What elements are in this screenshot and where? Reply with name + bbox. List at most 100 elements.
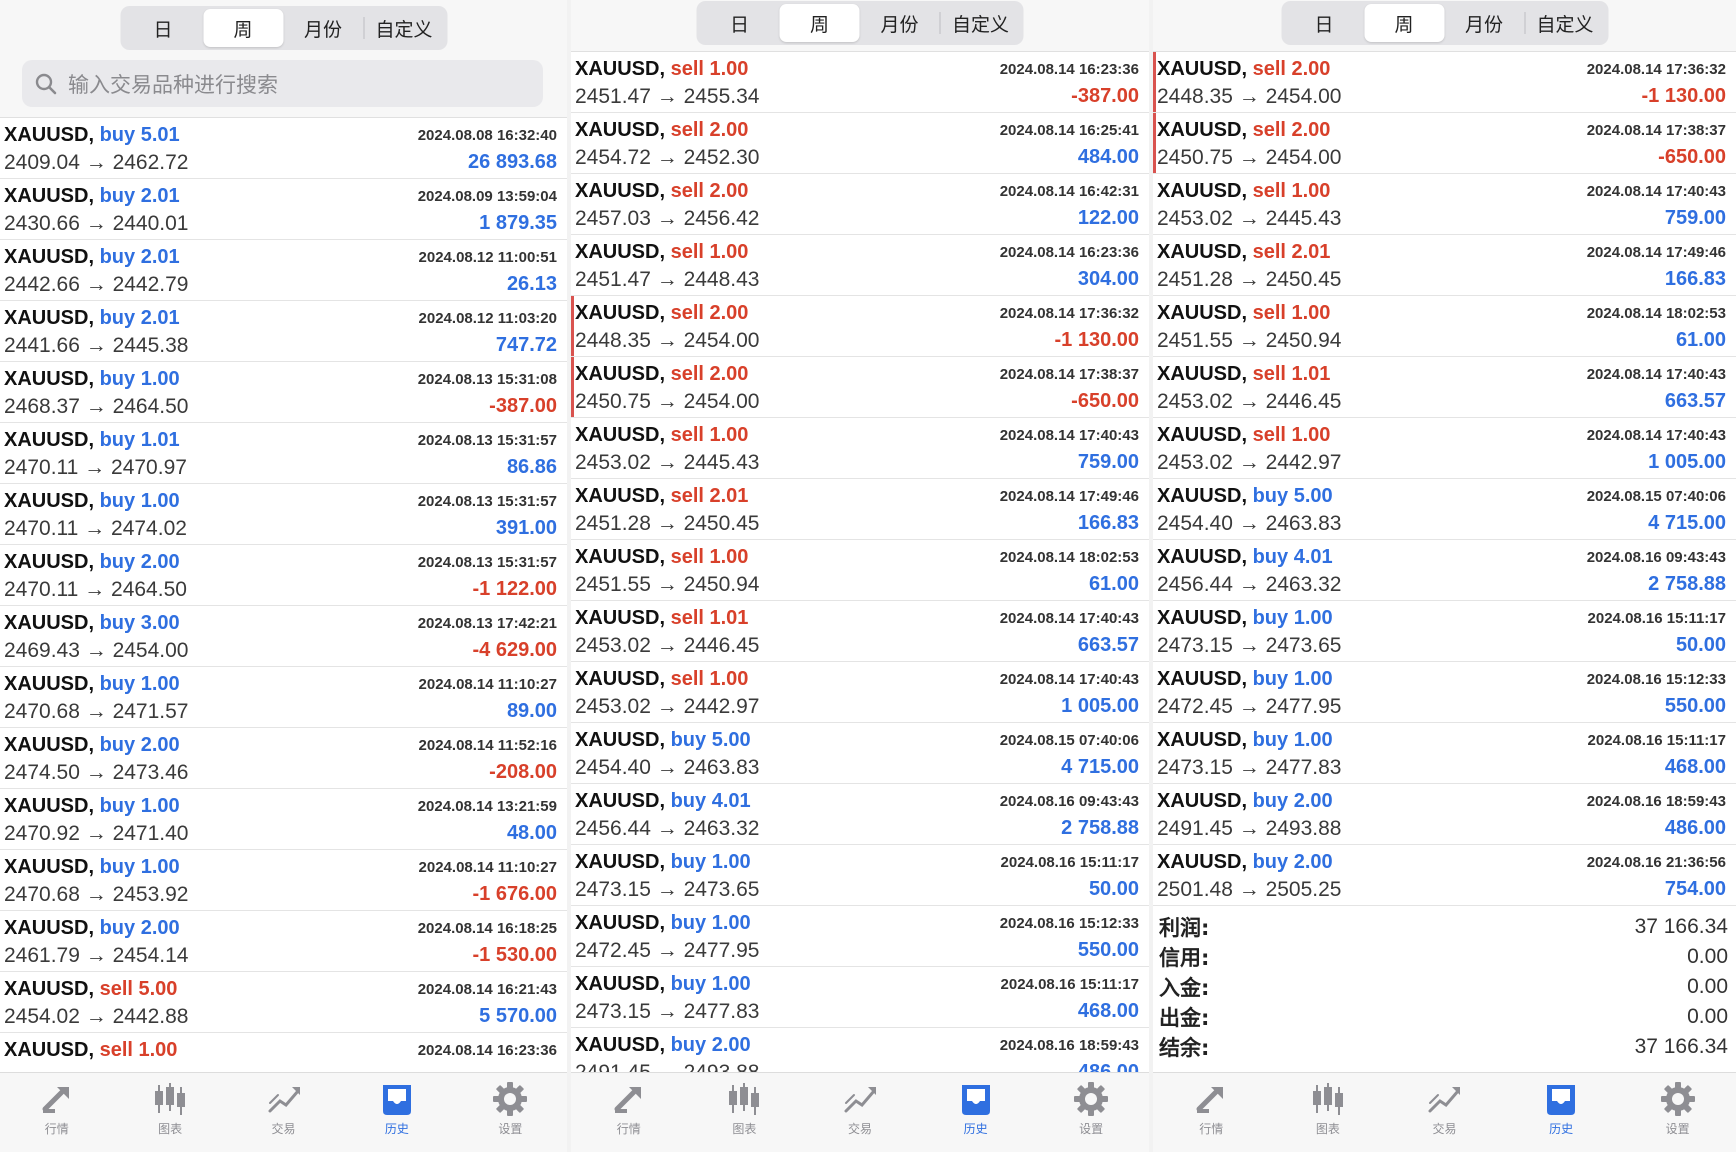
trade-row[interactable]: XAUUSD, sell 2.00 2457.03 → 2456.42 2024.0… — [571, 174, 1149, 235]
trade-row[interactable]: XAUUSD, sell 1.00 2451.55 → 2450.94 2024.0… — [571, 540, 1149, 601]
tab-quotes[interactable]: 行情 — [1153, 1073, 1270, 1152]
segment-day[interactable]: 日 — [700, 4, 780, 42]
segment-day[interactable]: 日 — [123, 9, 203, 47]
symbol-name: XAUUSD, — [1157, 58, 1248, 80]
segment-custom[interactable]: 自定义 — [941, 4, 1021, 42]
trade-row[interactable]: XAUUSD, buy 2.01 2441.66 → 2445.38 2024.08… — [0, 301, 567, 362]
trade-row[interactable]: XAUUSD, buy 2.00 2461.79 → 2454.14 2024.08… — [0, 911, 567, 972]
trade-side: sell 2.00 — [671, 180, 749, 202]
trade-side: buy 2.00 — [100, 734, 180, 756]
trade-symbol: XAUUSD, buy 1.00 — [4, 795, 180, 818]
trade-row[interactable]: XAUUSD, sell 1.00 2453.02 → 2445.43 2024.0… — [571, 418, 1149, 479]
trade-row[interactable]: XAUUSD, buy 4.01 2456.44 → 2463.32 2024.08… — [1153, 540, 1736, 601]
trade-profit: 5 570.00 — [479, 1005, 557, 1027]
tab-chart[interactable]: 图表 — [113, 1073, 226, 1152]
trade-symbol: XAUUSD, buy 2.01 — [4, 307, 180, 330]
trade-row[interactable]: XAUUSD, buy 3.00 2469.43 → 2454.00 2024.08… — [0, 606, 567, 667]
trade-row[interactable]: XAUUSD, buy 5.00 2454.40 → 2463.83 2024.08… — [1153, 479, 1736, 540]
segment-month[interactable]: 月份 — [283, 9, 363, 47]
tab-history[interactable]: 历史 — [1503, 1073, 1620, 1152]
trade-time: 2024.08.12 11:03:20 — [418, 310, 557, 327]
trade-row[interactable]: XAUUSD, buy 2.01 2430.66 → 2440.01 2024.08… — [0, 179, 567, 240]
symbol-name: XAUUSD, — [575, 729, 666, 751]
segment-week[interactable]: 周 — [1364, 4, 1444, 42]
trade-row[interactable]: XAUUSD, buy 1.00 2470.68 → 2453.92 2024.08… — [0, 850, 567, 911]
tab-history[interactable]: 历史 — [340, 1073, 453, 1152]
price-range: 2470.11 → 2464.50 — [4, 578, 187, 601]
trade-row[interactable]: XAUUSD, buy 5.00 2454.40 → 2463.83 2024.08… — [571, 723, 1149, 784]
volume-label: 2.00 — [709, 363, 749, 385]
trade-row[interactable]: XAUUSD, buy 1.00 2473.15 → 2477.83 2024.08… — [571, 967, 1149, 1028]
trade-row[interactable]: XAUUSD, buy 2.00 2470.11 → 2464.50 2024.08… — [0, 545, 567, 606]
trade-symbol: XAUUSD, sell 1.01 — [575, 607, 748, 630]
symbol-name: XAUUSD, — [575, 1034, 666, 1056]
trade-symbol: XAUUSD, sell 2.01 — [1157, 241, 1330, 264]
trade-row[interactable]: XAUUSD, sell 5.00 2454.02 → 2442.88 2024.0… — [0, 972, 567, 1033]
tab-trade[interactable]: 交易 — [227, 1073, 340, 1152]
tab-trade[interactable]: 交易 — [802, 1073, 918, 1152]
segment-custom[interactable]: 自定义 — [364, 9, 444, 47]
trade-side: buy 5.00 — [1253, 485, 1333, 507]
segment-week[interactable]: 周 — [779, 4, 860, 42]
trade-side: buy 5.01 — [100, 124, 180, 146]
trade-row[interactable]: XAUUSD, buy 2.00 2474.50 → 2473.46 2024.08… — [0, 728, 567, 789]
trade-row[interactable]: XAUUSD, buy 4.01 2456.44 → 2463.32 2024.08… — [571, 784, 1149, 845]
segment-month[interactable]: 月份 — [1444, 4, 1524, 42]
tab-settings[interactable]: 设置 — [1033, 1073, 1149, 1152]
segment-week[interactable]: 周 — [203, 9, 283, 47]
tab-trade[interactable]: 交易 — [1386, 1073, 1503, 1152]
trade-row[interactable]: XAUUSD, buy 1.00 2468.37 → 2464.50 2024.08… — [0, 362, 567, 423]
period-segmented-control: 日周月份 自定义 — [1281, 1, 1608, 45]
trade-row[interactable]: XAUUSD, sell 1.00 2453.02 → 2442.97 2024.0… — [571, 662, 1149, 723]
trade-row[interactable]: XAUUSD, sell 1.00 2451.47 → 2448.43 2024.0… — [571, 235, 1149, 296]
trade-row[interactable]: XAUUSD, sell 2.00 2450.75 → 2454.00 2024.0… — [571, 357, 1149, 418]
tab-settings[interactable]: 设置 — [454, 1073, 567, 1152]
trade-row[interactable]: XAUUSD, buy 1.00 2472.45 → 2477.95 2024.08… — [571, 906, 1149, 967]
trade-row[interactable]: XAUUSD, sell 1.00 2453.02 → 2442.97 2024.0… — [1153, 418, 1736, 479]
trade-row[interactable]: XAUUSD, buy 1.00 2472.45 → 2477.95 2024.08… — [1153, 662, 1736, 723]
symbol-name: XAUUSD, — [1157, 241, 1248, 263]
price-range: 2472.45 → 2477.95 — [1157, 695, 1342, 718]
search-input[interactable]: 输入交易品种进行搜索 — [22, 60, 543, 107]
trade-row[interactable]: XAUUSD, sell 2.01 2451.28 → 2450.45 2024.0… — [571, 479, 1149, 540]
tab-chart[interactable]: 图表 — [1270, 1073, 1387, 1152]
trade-row[interactable]: XAUUSD, sell 1.00 2451.47 → 2455.34 2024.0… — [571, 52, 1149, 113]
segment-custom[interactable]: 自定义 — [1525, 4, 1605, 42]
trade-row[interactable]: XAUUSD, sell 2.01 2451.28 → 2450.45 2024.0… — [1153, 235, 1736, 296]
panel-header: 日周月份 自定义 输入交易品种进行搜索 — [0, 0, 567, 118]
price-range: 2450.75 → 2454.00 — [575, 390, 760, 413]
symbol-name: XAUUSD, — [1157, 729, 1248, 751]
trade-row[interactable]: XAUUSD, sell 1.01 2453.02 → 2446.45 2024.0… — [571, 601, 1149, 662]
trade-row[interactable]: XAUUSD, buy 2.00 2501.48 → 2505.25 2024.08… — [1153, 845, 1736, 906]
trade-time: 2024.08.14 13:21:59 — [417, 798, 557, 815]
trade-row[interactable]: XAUUSD, sell 1.00 2451.55 → 2450.94 2024.0… — [1153, 296, 1736, 357]
trade-row[interactable]: XAUUSD, sell 2.00 2454.72 → 2452.30 2024.0… — [571, 113, 1149, 174]
trade-row[interactable]: XAUUSD, buy 5.01 2409.04 → 2462.72 2024.08… — [0, 118, 567, 179]
segment-month[interactable]: 月份 — [860, 4, 940, 42]
settings-icon — [1660, 1082, 1695, 1116]
segment-day[interactable]: 日 — [1284, 4, 1364, 42]
symbol-name: XAUUSD, — [1157, 546, 1248, 568]
tab-label: 图表 — [1315, 1122, 1340, 1136]
trade-row[interactable]: XAUUSD, buy 1.00 2473.15 → 2473.65 2024.08… — [1153, 601, 1736, 662]
trade-symbol: XAUUSD, buy 1.00 — [4, 673, 180, 696]
trade-row[interactable]: XAUUSD, sell 2.00 2448.35 → 2454.00 2024.0… — [571, 296, 1149, 357]
trade-row[interactable]: XAUUSD, buy 1.00 2473.15 → 2477.83 2024.08… — [1153, 723, 1736, 784]
trade-row[interactable]: XAUUSD, buy 1.00 2473.15 → 2473.65 2024.08… — [571, 845, 1149, 906]
trade-row[interactable]: XAUUSD, sell 2.00 2450.75 → 2454.00 2024.0… — [1153, 113, 1736, 174]
trade-row[interactable]: XAUUSD, sell 1.01 2453.02 → 2446.45 2024.0… — [1153, 357, 1736, 418]
trade-row[interactable]: XAUUSD, buy 1.00 2470.68 → 2471.57 2024.08… — [0, 667, 567, 728]
trade-row[interactable]: XAUUSD, sell 1.00 2453.02 → 2445.43 2024.0… — [1153, 174, 1736, 235]
trade-row[interactable]: XAUUSD, buy 2.00 2491.45 → 2493.88 2024.08… — [1153, 784, 1736, 845]
trade-icon — [844, 1087, 876, 1113]
trade-row[interactable]: XAUUSD, sell 2.00 2448.35 → 2454.00 2024.0… — [1153, 52, 1736, 113]
tab-history[interactable]: 历史 — [918, 1073, 1034, 1152]
tab-settings[interactable]: 设置 — [1619, 1073, 1736, 1152]
trade-row[interactable]: XAUUSD, buy 1.01 2470.11 → 2470.97 2024.08… — [0, 423, 567, 484]
tab-chart[interactable]: 图表 — [687, 1073, 803, 1152]
trade-row[interactable]: XAUUSD, buy 1.00 2470.11 → 2474.02 2024.08… — [0, 484, 567, 545]
trade-row[interactable]: XAUUSD, buy 1.00 2470.92 → 2471.40 2024.08… — [0, 789, 567, 850]
tab-quotes[interactable]: 行情 — [571, 1073, 687, 1152]
trade-row[interactable]: XAUUSD, buy 2.01 2442.66 → 2442.79 2024.08… — [0, 240, 567, 301]
tab-quotes[interactable]: 行情 — [0, 1073, 113, 1152]
